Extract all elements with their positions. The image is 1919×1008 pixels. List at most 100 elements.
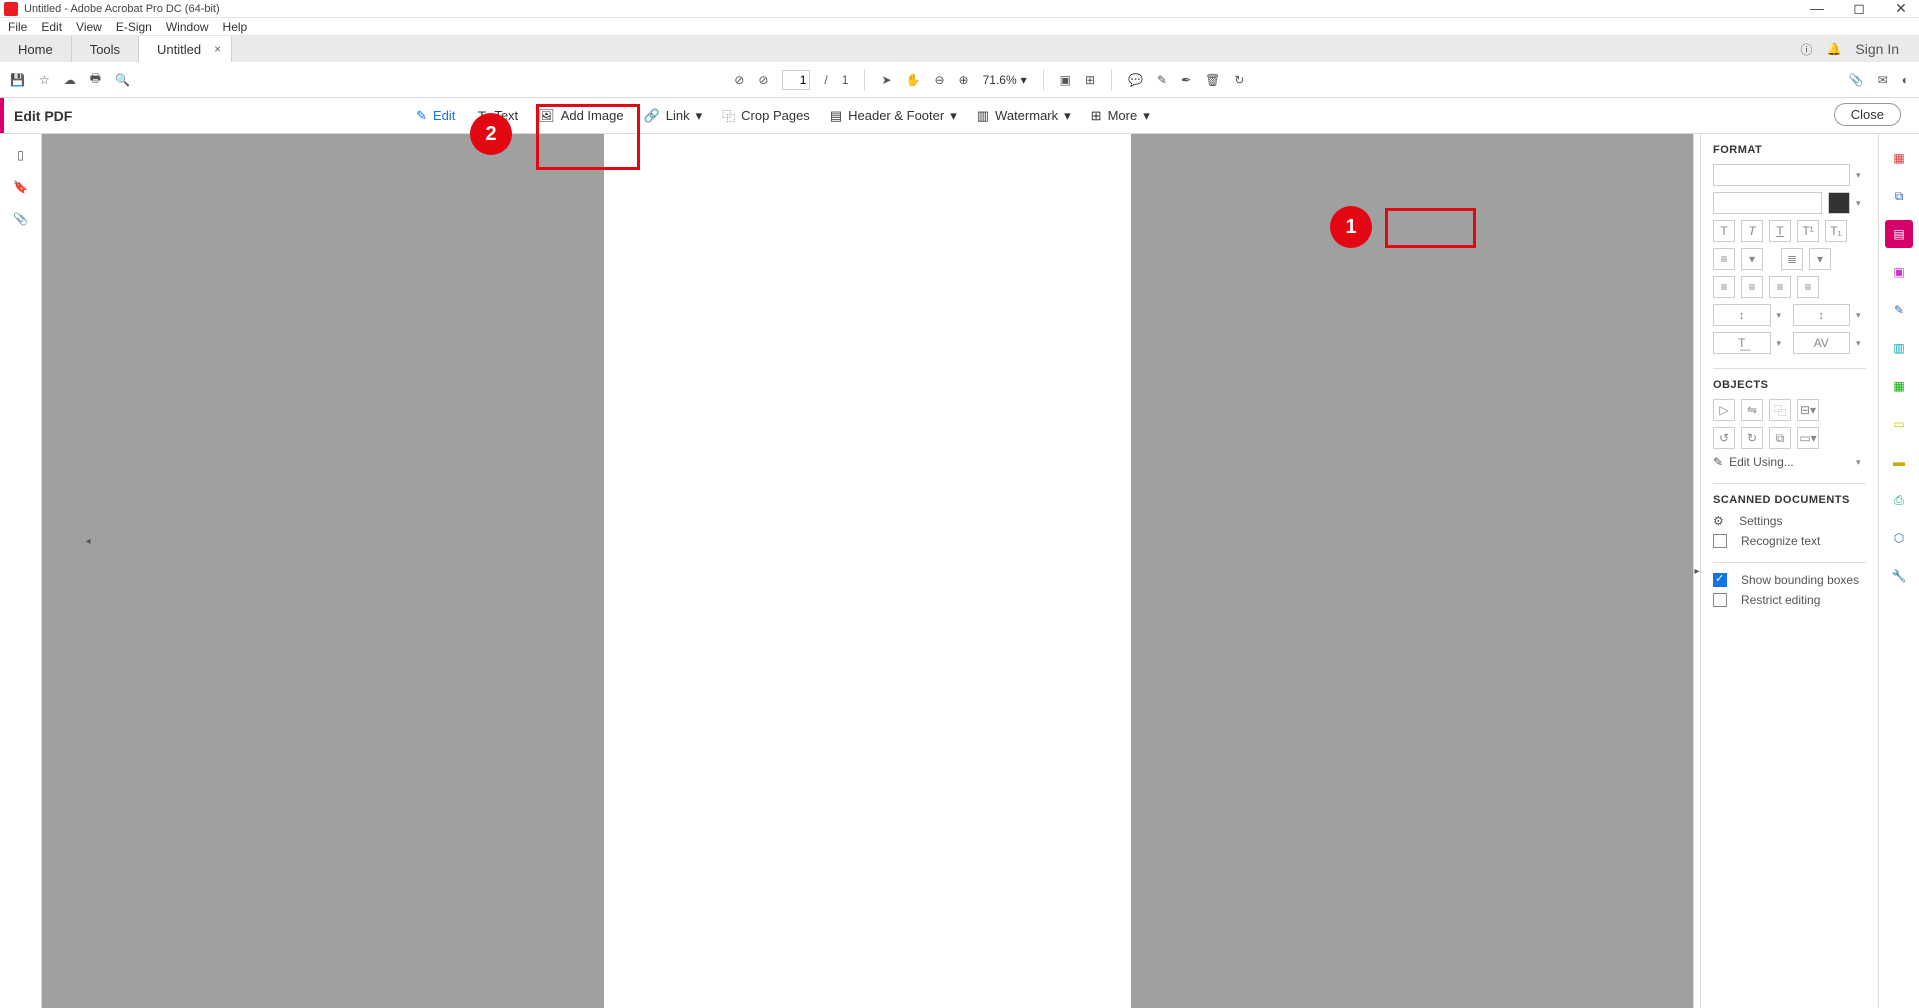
cloud-upload-icon[interactable]: ☁ — [64, 73, 76, 87]
numbered-list-button[interactable]: ≣ — [1781, 248, 1803, 270]
bookmarks-icon[interactable]: 🔖 — [13, 180, 28, 194]
font-family-dropdown[interactable] — [1713, 164, 1850, 186]
align-center-button[interactable]: ≡ — [1741, 276, 1763, 298]
more-button[interactable]: ⊞More▾ — [1091, 108, 1150, 124]
window-minimize-button[interactable]: — — [1803, 0, 1831, 17]
add-text-button[interactable]: ＴText — [475, 106, 518, 125]
rotate-cw2-icon[interactable]: ↻ — [1741, 427, 1763, 449]
scan-ocr-tool-icon[interactable]: ⎙ — [1885, 486, 1913, 514]
horizontal-scale-dropdown[interactable]: T͟ — [1713, 332, 1771, 354]
find-icon[interactable]: 🔍 — [115, 73, 130, 87]
font-size-dropdown[interactable] — [1713, 192, 1822, 214]
star-icon[interactable]: ☆ — [39, 73, 50, 87]
link-dropdown-icon[interactable]: ▾ — [696, 108, 703, 124]
rotate-ccw-icon[interactable]: ↺ — [1713, 427, 1735, 449]
rotate-cw-icon[interactable]: ▷ — [1713, 399, 1735, 421]
organize-pages-tool-icon[interactable]: ▥ — [1885, 334, 1913, 362]
chevron-down-icon[interactable]: ▾ — [1856, 457, 1866, 468]
header-dropdown-icon[interactable]: ▾ — [950, 108, 957, 124]
header-footer-button[interactable]: ▤Header & Footer▾ — [830, 108, 957, 124]
restrict-editing-checkbox[interactable]: Restrict editing — [1713, 593, 1866, 607]
save-icon[interactable]: 💾 — [10, 73, 25, 87]
fit-page-icon[interactable]: ▣ — [1060, 73, 1071, 87]
tab-home[interactable]: Home — [0, 36, 72, 62]
superscript-button[interactable]: T¹ — [1797, 220, 1819, 242]
menu-edit[interactable]: Edit — [41, 20, 62, 34]
menu-help[interactable]: Help — [223, 20, 248, 34]
font-color-swatch[interactable] — [1828, 192, 1850, 214]
send-comments-tool-icon[interactable]: ▦ — [1885, 372, 1913, 400]
page-display-icon[interactable]: ⊞ — [1085, 73, 1095, 87]
window-close-button[interactable]: ✕ — [1887, 0, 1915, 17]
chevron-down-icon[interactable]: ▾ — [1856, 198, 1866, 209]
tab-document-close-icon[interactable]: × — [214, 42, 221, 56]
subscript-button[interactable]: T₁ — [1825, 220, 1847, 242]
chevron-down-icon[interactable]: ▾ — [1856, 338, 1866, 349]
flip-horizontal-icon[interactable]: ⇋ — [1741, 399, 1763, 421]
combine-files-tool-icon[interactable]: ⧉ — [1885, 182, 1913, 210]
bullet-list-button[interactable]: ≡ — [1713, 248, 1735, 270]
zoom-in-icon[interactable]: ⊕ — [959, 73, 969, 87]
zoom-level[interactable]: 71.6% — [983, 73, 1017, 87]
right-pane-toggle[interactable]: ▸ — [1693, 134, 1701, 1008]
help-icon[interactable]: ⓘ — [1800, 41, 1812, 58]
close-button[interactable]: Close — [1834, 103, 1901, 126]
numbered-list-dropdown[interactable]: ▾ — [1809, 248, 1831, 270]
align-left-button[interactable]: ≡ — [1713, 276, 1735, 298]
show-bounding-boxes-checkbox[interactable]: Show bounding boxes — [1713, 573, 1866, 587]
paragraph-spacing-dropdown[interactable]: ↕ — [1793, 304, 1851, 326]
compress-tool-icon[interactable]: ▭ — [1885, 410, 1913, 438]
line-spacing-dropdown[interactable]: ↕ — [1713, 304, 1771, 326]
underline-button[interactable]: T — [1769, 220, 1791, 242]
recognize-text-checkbox[interactable]: Recognize text — [1713, 534, 1866, 548]
sign-icon[interactable]: ✒ — [1181, 73, 1191, 87]
comment-tool-icon[interactable]: ▬ — [1885, 448, 1913, 476]
sign-in-button[interactable]: Sign In — [1855, 41, 1899, 57]
bullet-list-dropdown[interactable]: ▾ — [1741, 248, 1763, 270]
document-canvas[interactable]: ◂ — [42, 134, 1693, 1008]
watermark-dropdown-icon[interactable]: ▾ — [1064, 108, 1071, 124]
align-justify-button[interactable]: ≡ — [1797, 276, 1819, 298]
chevron-down-icon[interactable]: ▾ — [1777, 338, 1787, 349]
italic-button[interactable]: T — [1741, 220, 1763, 242]
watermark-button[interactable]: ▥Watermark▾ — [977, 108, 1071, 124]
menu-view[interactable]: View — [76, 20, 102, 34]
window-maximize-button[interactable]: ◻ — [1845, 0, 1873, 17]
menu-esign[interactable]: E-Sign — [116, 20, 152, 34]
menu-file[interactable]: File — [8, 20, 27, 34]
export-pdf-tool-icon[interactable]: ▣ — [1885, 258, 1913, 286]
delete-icon[interactable]: 🗑 — [1205, 73, 1220, 87]
link-button[interactable]: 🔗Link▾ — [644, 108, 703, 124]
protect-tool-icon[interactable]: ⬡ — [1885, 524, 1913, 552]
create-pdf-tool-icon[interactable]: ▦ — [1885, 144, 1913, 172]
hand-tool-icon[interactable]: ✋ — [906, 73, 921, 87]
print-icon[interactable]: 🖶 — [90, 69, 101, 90]
page-number-input[interactable] — [782, 70, 810, 90]
page-down-icon[interactable]: ⊘ — [758, 73, 768, 87]
character-spacing-dropdown[interactable]: AV — [1793, 332, 1851, 354]
notifications-icon[interactable]: 🔔 — [1826, 42, 1841, 56]
page[interactable] — [604, 134, 1131, 1008]
replace-image-icon[interactable]: ⧉ — [1769, 427, 1791, 449]
fill-sign-tool-icon[interactable]: ✎ — [1885, 296, 1913, 324]
mail-icon[interactable]: ✉ — [1878, 73, 1888, 87]
attachments-icon[interactable]: 📎 — [13, 212, 28, 226]
align-objects-dropdown[interactable]: ⊟▾ — [1797, 399, 1819, 421]
chevron-down-icon[interactable]: ▾ — [1856, 170, 1866, 181]
bold-button[interactable]: T — [1713, 220, 1735, 242]
edit-using-dropdown[interactable]: Edit Using... — [1729, 455, 1850, 469]
menu-window[interactable]: Window — [166, 20, 209, 34]
arrange-dropdown[interactable]: ▭▾ — [1797, 427, 1819, 449]
chevron-down-icon[interactable]: ▾ — [1777, 310, 1787, 321]
zoom-dropdown-icon[interactable]: ▾ — [1021, 73, 1027, 87]
zoom-out-icon[interactable]: ⊖ — [934, 73, 944, 87]
chevron-down-icon[interactable]: ▾ — [1856, 310, 1866, 321]
tab-tools[interactable]: Tools — [72, 36, 139, 62]
edit-pdf-tool-icon[interactable]: ▤ — [1885, 220, 1913, 248]
align-right-button[interactable]: ≡ — [1769, 276, 1791, 298]
thumbnails-icon[interactable]: ▯ — [17, 148, 24, 162]
tab-document[interactable]: Untitled × — [139, 36, 232, 62]
profile-icon[interactable]: ◐ — [1902, 73, 1909, 87]
add-image-button[interactable]: 🖼Add Image — [538, 108, 623, 124]
attach-icon[interactable]: 📎 — [1849, 73, 1864, 87]
